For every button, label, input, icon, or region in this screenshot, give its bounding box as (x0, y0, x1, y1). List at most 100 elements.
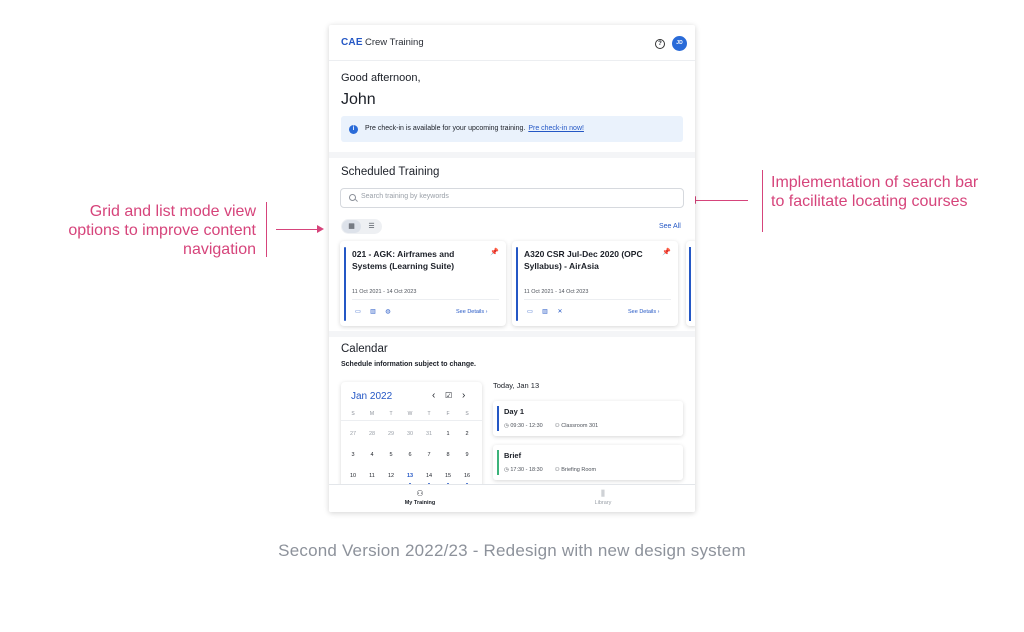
calendar-day[interactable]: 27 (346, 431, 360, 437)
app-title: Crew Training (365, 37, 424, 48)
nav-library[interactable]: ⫼ Library (563, 489, 643, 506)
event-meta: ◷ 09:30 - 12:30 ⚇ Classroom 301 (504, 423, 598, 429)
month-calendar: Jan 2022 ‹ ☑ › S M T W T F S 27 28 29 30… (341, 382, 482, 492)
list-view-icon[interactable]: ☰ (362, 220, 381, 233)
weekday-label: T (389, 411, 393, 417)
calendar-day[interactable]: 4 (365, 452, 379, 458)
book-icon[interactable]: ▥ (368, 308, 378, 315)
event-accent-bar (497, 450, 499, 475)
calendar-day[interactable]: 1 (441, 431, 455, 437)
calendar-day[interactable]: 15 (441, 473, 455, 479)
event-title: Day 1 (504, 407, 525, 416)
user-name: John (341, 91, 376, 108)
nav-label: My Training (404, 500, 436, 506)
card-icons: ▭ ▥ ◍ (353, 308, 398, 315)
section-divider (329, 152, 695, 158)
pin-icon[interactable]: 📌 (662, 248, 671, 256)
avatar[interactable]: JD (672, 36, 687, 51)
precheckin-notice: i Pre check-in is available for your upc… (341, 116, 683, 142)
calendar-day[interactable]: 12 (384, 473, 398, 479)
weekday-label: S (465, 411, 469, 417)
see-all-link[interactable]: See All (659, 223, 681, 230)
event-meta: ◷ 17:30 - 18:30 ⚇ Briefing Room (504, 467, 596, 473)
calendar-day[interactable]: 3 (346, 452, 360, 458)
globe-icon[interactable]: ◍ (383, 308, 393, 315)
notice-text: Pre check-in is available for your upcom… (365, 125, 584, 132)
calendar-today-icon[interactable]: ☑ (445, 391, 452, 400)
search-icon (349, 194, 356, 201)
grid-view-icon[interactable]: ▦ (342, 220, 361, 233)
card-accent-bar (689, 247, 691, 321)
app-screen: CAE Crew Training ? JD Good afternoon, J… (329, 25, 695, 512)
weekday-label: F (446, 411, 450, 417)
calendar-day[interactable]: 30 (403, 431, 417, 437)
calendar-day[interactable]: 7 (422, 452, 436, 458)
training-card[interactable]: A320 CSR Jul-Dec 2020 (OPC Syllabus) - A… (512, 241, 678, 326)
view-mode-toggle: ▦ ☰ (341, 219, 382, 234)
library-icon: ⫼ (601, 489, 605, 498)
event-time: 17:30 - 18:30 (510, 467, 543, 473)
weekday-label: T (427, 411, 431, 417)
greeting: Good afternoon, (341, 72, 421, 84)
calendar-day[interactable]: 29 (384, 431, 398, 437)
training-card-peek[interactable] (686, 241, 695, 326)
annotation-search-bar: Implementation of search bar to facilita… (771, 174, 979, 210)
event-card[interactable]: Day 1 ◷ 09:30 - 12:30 ⚇ Classroom 301 (493, 401, 683, 436)
weekday-label: M (369, 411, 375, 417)
calendar-subtitle: Schedule information subject to change. (341, 361, 476, 368)
calendar-icon[interactable]: ▭ (353, 308, 363, 315)
pin-icon[interactable]: 📌 (490, 248, 499, 256)
calendar-day[interactable]: 9 (460, 452, 474, 458)
event-title: Brief (504, 451, 522, 460)
event-time: 09:30 - 12:30 (510, 423, 543, 429)
calendar-day[interactable]: 28 (365, 431, 379, 437)
next-month-icon[interactable]: › (462, 390, 465, 401)
calendar-day[interactable]: 16 (460, 473, 474, 479)
weekday-label: S (351, 411, 355, 417)
annotation-left-rule (266, 202, 267, 257)
calendar-day[interactable]: 5 (384, 452, 398, 458)
precheckin-link[interactable]: Pre check-in now! (528, 125, 584, 132)
calendar-day[interactable]: 31 (422, 431, 436, 437)
bottom-navigation: ⚇ My Training ⫼ Library (329, 484, 695, 512)
help-icon[interactable]: ? (655, 39, 665, 49)
search-placeholder: Search training by keywords (361, 193, 449, 200)
annotation-left-arrow (276, 229, 318, 230)
calendar-day-today[interactable]: 13 (403, 473, 417, 479)
calendar-day[interactable]: 6 (403, 452, 417, 458)
calendar-icon[interactable]: ▭ (525, 308, 535, 315)
event-card[interactable]: Brief ◷ 17:30 - 18:30 ⚇ Briefing Room (493, 445, 683, 480)
tools-icon[interactable]: ✕ (555, 308, 565, 315)
prev-month-icon[interactable]: ‹ (432, 390, 435, 401)
card-divider (352, 299, 499, 300)
info-icon: i (349, 125, 358, 134)
calendar-day[interactable]: 2 (460, 431, 474, 437)
weekday-label: W (407, 411, 413, 417)
card-accent-bar (516, 247, 518, 321)
see-details-link[interactable]: See Details › (628, 309, 660, 315)
annotation-right-arrow (695, 200, 748, 201)
caption: Second Version 2022/23 - Redesign with n… (278, 541, 746, 560)
book-icon[interactable]: ▥ (540, 308, 550, 315)
event-accent-bar (497, 406, 499, 431)
calendar-divider (341, 420, 482, 421)
today-label: Today, Jan 13 (493, 381, 540, 390)
event-room: Briefing Room (561, 467, 597, 473)
nav-label: Library (594, 500, 612, 506)
nav-my-training[interactable]: ⚇ My Training (380, 489, 460, 506)
calendar-day[interactable]: 8 (441, 452, 455, 458)
annotation-view-modes: Grid and list mode view options to impro… (68, 203, 256, 258)
section-divider (329, 331, 695, 337)
card-accent-bar (344, 247, 346, 321)
search-input[interactable]: Search training by keywords (340, 188, 684, 208)
training-card[interactable]: 021 - AGK: Airframes and Systems (Learni… (340, 241, 506, 326)
card-icons: ▭ ▥ ✕ (525, 308, 570, 315)
month-label: Jan 2022 (351, 391, 393, 402)
calendar-day[interactable]: 14 (422, 473, 436, 479)
calendar-day[interactable]: 11 (365, 473, 379, 479)
calendar-title: Calendar (341, 343, 388, 355)
annotation-right-rule (762, 170, 763, 232)
see-details-link[interactable]: See Details › (456, 309, 488, 315)
card-title: A320 CSR Jul-Dec 2020 (OPC Syllabus) - A… (524, 249, 643, 271)
calendar-day[interactable]: 10 (346, 473, 360, 479)
